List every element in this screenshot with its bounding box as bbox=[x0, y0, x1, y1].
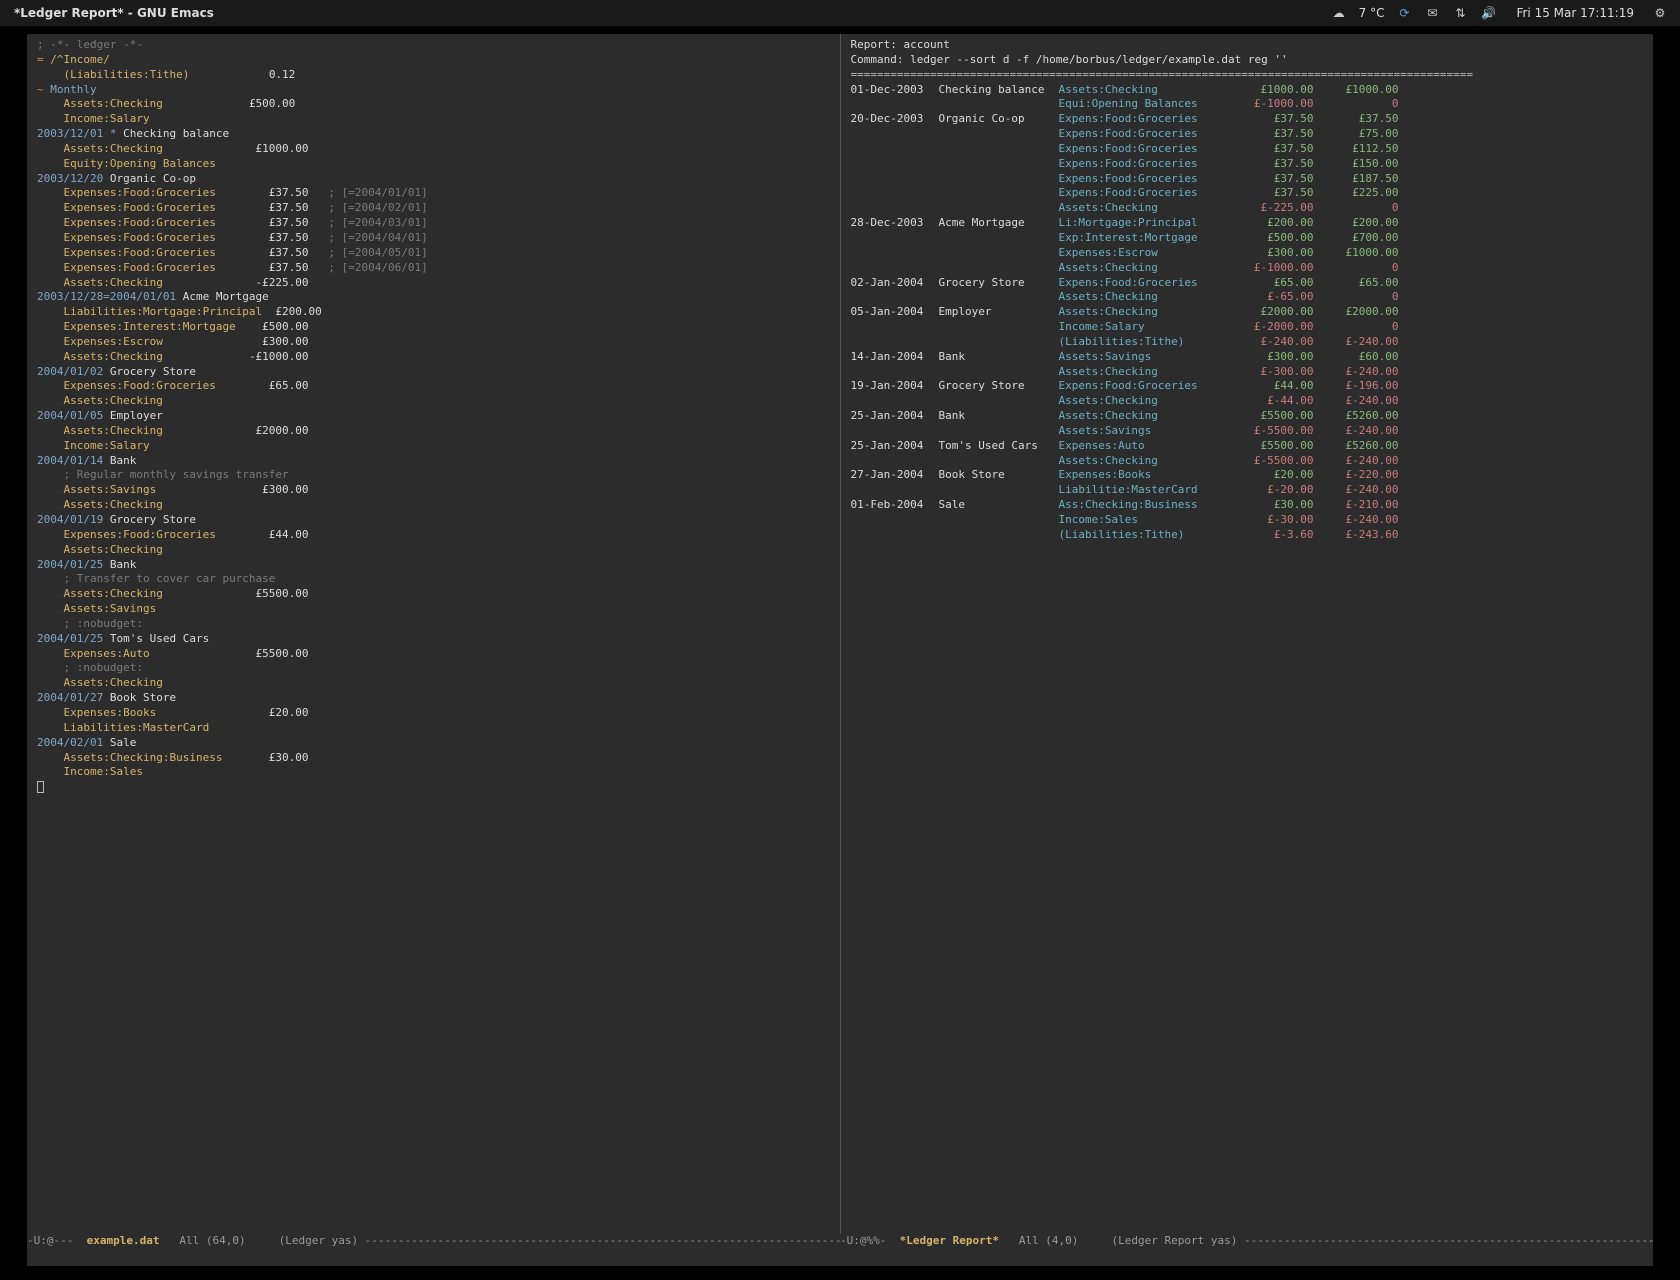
register-row: Expenses:Escrow£300.00£1000.00 bbox=[851, 246, 1648, 261]
register-row: Income:Sales£-30.00£-240.00 bbox=[851, 513, 1648, 528]
panel-tray: ☁ 7 °C ⟳ ✉ ⇅ 🔊 Fri 15 Mar 17:11:19 ⚙ bbox=[1331, 5, 1680, 21]
clock: Fri 15 Mar 17:11:19 bbox=[1516, 5, 1634, 21]
register-row: Expens:Food:Groceries£37.50£112.50 bbox=[851, 142, 1648, 157]
volume-icon[interactable]: 🔊 bbox=[1480, 5, 1496, 21]
network-icon[interactable]: ⇅ bbox=[1452, 5, 1468, 21]
register-row: 19-Jan-2004Grocery StoreExpens:Food:Groc… bbox=[851, 379, 1648, 394]
register-row: 28-Dec-2003Acme MortgageLi:Mortgage:Prin… bbox=[851, 216, 1648, 231]
register-row: Expens:Food:Groceries£37.50£187.50 bbox=[851, 172, 1648, 187]
minibuffer[interactable] bbox=[27, 1250, 1653, 1266]
mail-icon[interactable]: ✉ bbox=[1424, 5, 1440, 21]
ledger-source-window[interactable]: ; -*- ledger -*-= /^Income/ (Liabilities… bbox=[27, 34, 840, 1234]
register-row: 01-Dec-2003Checking balanceAssets:Checki… bbox=[851, 83, 1648, 98]
weather-icon[interactable]: ☁ bbox=[1331, 5, 1347, 21]
register-row: Expens:Food:Groceries£37.50£225.00 bbox=[851, 186, 1648, 201]
refresh-icon[interactable]: ⟳ bbox=[1396, 5, 1412, 21]
register-row: Assets:Savings£-5500.00£-240.00 bbox=[851, 424, 1648, 439]
register-row: 02-Jan-2004Grocery StoreExpens:Food:Groc… bbox=[851, 276, 1648, 291]
register-row: Expens:Food:Groceries£37.50£150.00 bbox=[851, 157, 1648, 172]
modeline-right: -U:@%%- *Ledger Report* All (4,0) (Ledge… bbox=[840, 1234, 1653, 1250]
register-row: 20-Dec-2003Organic Co-opExpens:Food:Groc… bbox=[851, 112, 1648, 127]
register-row: Assets:Checking£-300.00£-240.00 bbox=[851, 365, 1648, 380]
register-row: Assets:Checking£-225.000 bbox=[851, 201, 1648, 216]
register-row: Income:Salary£-2000.000 bbox=[851, 320, 1648, 335]
settings-icon[interactable]: ⚙ bbox=[1652, 5, 1668, 21]
modeline-left: -U:@--- example.dat All (64,0) (Ledger y… bbox=[27, 1234, 840, 1250]
register-row: 27-Jan-2004Book StoreExpenses:Books£20.0… bbox=[851, 468, 1648, 483]
ledger-report-window[interactable]: Report: accountCommand: ledger --sort d … bbox=[840, 34, 1654, 1234]
register-row: 05-Jan-2004EmployerAssets:Checking£2000.… bbox=[851, 305, 1648, 320]
register-row: (Liabilities:Tithe)£-240.00£-240.00 bbox=[851, 335, 1648, 350]
register-row: 14-Jan-2004BankAssets:Savings£300.00£60.… bbox=[851, 350, 1648, 365]
register-row: Assets:Checking£-5500.00£-240.00 bbox=[851, 454, 1648, 469]
emacs-frame: ; -*- ledger -*-= /^Income/ (Liabilities… bbox=[27, 34, 1653, 1234]
register-row: Assets:Checking£-65.000 bbox=[851, 290, 1648, 305]
register-row: 01-Feb-2004SaleAss:Checking:Business£30.… bbox=[851, 498, 1648, 513]
register-row: 25-Jan-2004BankAssets:Checking£5500.00£5… bbox=[851, 409, 1648, 424]
desktop-panel: *Ledger Report* - GNU Emacs ☁ 7 °C ⟳ ✉ ⇅… bbox=[0, 0, 1680, 26]
register-row: Exp:Interest:Mortgage£500.00£700.00 bbox=[851, 231, 1648, 246]
register-row: Assets:Checking£-1000.000 bbox=[851, 261, 1648, 276]
register-row: Expens:Food:Groceries£37.50£75.00 bbox=[851, 127, 1648, 142]
weather-text: 7 °C bbox=[1359, 5, 1385, 21]
register-row: Equi:Opening Balances£-1000.000 bbox=[851, 97, 1648, 112]
modeline-bar: -U:@--- example.dat All (64,0) (Ledger y… bbox=[27, 1234, 1653, 1250]
register-row: Assets:Checking£-44.00£-240.00 bbox=[851, 394, 1648, 409]
register-row: (Liabilities:Tithe)£-3.60£-243.60 bbox=[851, 528, 1648, 543]
text-cursor bbox=[37, 781, 44, 793]
register-row: Liabilitie:MasterCard£-20.00£-240.00 bbox=[851, 483, 1648, 498]
window-title: *Ledger Report* - GNU Emacs bbox=[0, 5, 1331, 21]
register-row: 25-Jan-2004Tom's Used CarsExpenses:Auto£… bbox=[851, 439, 1648, 454]
